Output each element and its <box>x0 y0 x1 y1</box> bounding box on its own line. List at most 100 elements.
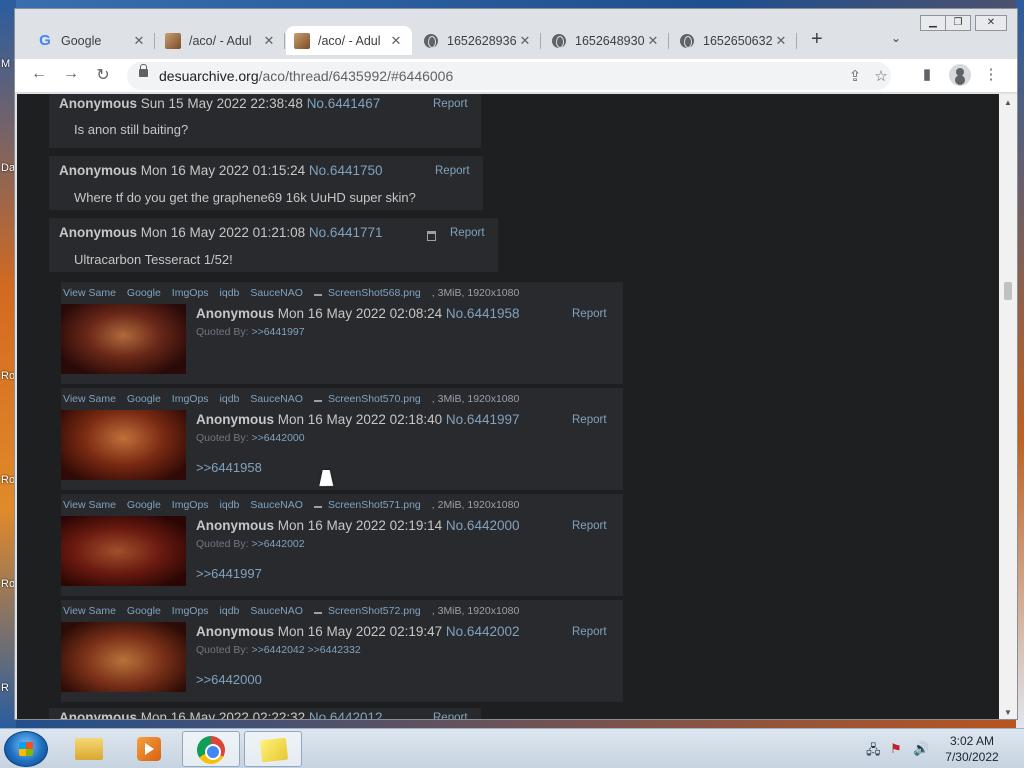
taskbar-sticky-notes-button[interactable] <box>244 731 302 767</box>
thumbnail-image[interactable] <box>61 516 186 586</box>
post-number-link[interactable]: No.6441750 <box>309 163 383 178</box>
tab-image-2[interactable]: 1652648930 ✕ <box>543 26 669 55</box>
close-icon[interactable]: ✕ <box>388 33 404 49</box>
report-link[interactable]: Report <box>572 414 607 426</box>
download-icon[interactable] <box>313 606 322 614</box>
report-link[interactable]: Report <box>572 520 607 532</box>
reload-icon[interactable]: ↻ <box>92 65 114 85</box>
minimize-button[interactable]: ▁ <box>920 15 946 31</box>
iqdb-link[interactable]: iqdb <box>220 393 240 405</box>
action-center-flag-icon[interactable]: ⚑ <box>890 741 902 757</box>
post-number-link[interactable]: No.6441467 <box>307 96 381 111</box>
report-link[interactable]: Report <box>433 712 468 719</box>
post-number-link[interactable]: No.6441958 <box>446 306 520 321</box>
desktop-icon-label[interactable]: R <box>1 682 9 694</box>
close-window-button[interactable]: ✕ <box>975 15 1007 31</box>
network-icon[interactable]: 🖧 <box>866 741 881 763</box>
taskbar-chrome-button[interactable] <box>182 731 240 767</box>
quote-backlink[interactable]: >>6442002 <box>251 538 304 550</box>
tab-google[interactable]: G Google ✕ <box>29 26 155 55</box>
post-number-link[interactable]: No.6442000 <box>446 518 520 533</box>
tab-image-3[interactable]: 1652650632 ✕ <box>671 26 797 55</box>
close-icon[interactable]: ✕ <box>131 33 147 49</box>
imgops-link[interactable]: ImgOps <box>172 499 209 511</box>
url-text[interactable]: desuarchive.org/aco/thread/6435992/#6446… <box>159 68 453 84</box>
iqdb-link[interactable]: iqdb <box>220 287 240 299</box>
desktop-icon-label[interactable]: Ro <box>1 578 15 590</box>
quote-backlink[interactable]: >>6441997 <box>251 326 304 338</box>
filename-link[interactable]: ScreenShot570.png <box>328 393 421 405</box>
back-arrow-icon[interactable]: ← <box>28 65 50 83</box>
taskbar-explorer-button[interactable] <box>60 731 118 767</box>
desktop-icon-label[interactable]: M <box>1 58 10 70</box>
view-same-link[interactable]: View Same <box>63 499 116 511</box>
tab-aco-1[interactable]: /aco/ - Adul ✕ <box>157 26 285 55</box>
volume-icon[interactable]: 🔊 <box>913 741 929 757</box>
thumbnail-image[interactable] <box>61 622 186 692</box>
side-panel-icon[interactable]: ▮ <box>917 65 937 83</box>
close-icon[interactable]: ✕ <box>517 33 533 49</box>
forward-arrow-icon[interactable]: → <box>60 65 82 83</box>
report-link[interactable]: Report <box>450 227 485 239</box>
new-tab-button[interactable]: + <box>811 28 823 51</box>
google-search-link[interactable]: Google <box>127 605 161 617</box>
google-search-link[interactable]: Google <box>127 393 161 405</box>
saucenao-link[interactable]: SauceNAO <box>250 499 303 511</box>
close-icon[interactable]: ✕ <box>261 33 277 49</box>
post-number-link[interactable]: No.6441997 <box>446 412 520 427</box>
google-search-link[interactable]: Google <box>127 287 161 299</box>
system-clock[interactable]: 3:02 AM 7/30/2022 <box>936 733 1008 765</box>
google-search-link[interactable]: Google <box>127 499 161 511</box>
filename-link[interactable]: ScreenShot568.png <box>328 287 421 299</box>
post-number-link[interactable]: No.6442002 <box>446 624 520 639</box>
reply-quote-link[interactable]: >>6442000 <box>196 672 262 687</box>
quote-backlink[interactable]: >>6442042 >>6442332 <box>251 644 360 656</box>
profile-avatar[interactable] <box>949 64 971 86</box>
desktop-icon-label[interactable]: Ro <box>1 474 15 486</box>
tab-search-button[interactable]: ⌄ <box>891 31 901 45</box>
iqdb-link[interactable]: iqdb <box>220 499 240 511</box>
view-same-link[interactable]: View Same <box>63 393 116 405</box>
view-same-link[interactable]: View Same <box>63 605 116 617</box>
imgops-link[interactable]: ImgOps <box>172 287 209 299</box>
report-link[interactable]: Report <box>572 626 607 638</box>
lock-icon[interactable] <box>139 64 148 77</box>
imgops-link[interactable]: ImgOps <box>172 605 209 617</box>
imgops-link[interactable]: ImgOps <box>172 393 209 405</box>
filename-link[interactable]: ScreenShot571.png <box>328 499 421 511</box>
thumbnail-image[interactable] <box>61 410 186 480</box>
menu-kebab-icon[interactable]: ⋮ <box>981 65 1001 83</box>
close-icon[interactable]: ✕ <box>645 33 661 49</box>
thumbnail-image[interactable] <box>61 304 186 374</box>
maximize-button[interactable]: ❐ <box>945 15 971 31</box>
close-icon[interactable]: ✕ <box>773 33 789 49</box>
start-button[interactable] <box>4 731 48 767</box>
saucenao-link[interactable]: SauceNAO <box>250 605 303 617</box>
download-icon[interactable] <box>313 288 322 296</box>
share-icon[interactable]: ⇪ <box>845 67 865 85</box>
post-number-link[interactable]: No.6441771 <box>309 225 383 240</box>
download-icon[interactable] <box>313 500 322 508</box>
saucenao-link[interactable]: SauceNAO <box>250 393 303 405</box>
quote-backlink[interactable]: >>6442000 <box>251 432 304 444</box>
reply-quote-link[interactable]: >>6441997 <box>196 566 262 581</box>
address-bar[interactable]: desuarchive.org/aco/thread/6435992/#6446… <box>127 62 891 90</box>
reply-quote-link[interactable]: >>6441958 <box>196 460 262 475</box>
vertical-scrollbar[interactable]: ▲ ▼ <box>999 94 1017 719</box>
taskbar-media-player-button[interactable] <box>120 731 178 767</box>
post-number-link[interactable]: No.6442012 <box>309 710 383 719</box>
desktop-icon-label[interactable]: Da <box>1 162 15 174</box>
view-same-link[interactable]: View Same <box>63 287 116 299</box>
iqdb-link[interactable]: iqdb <box>220 605 240 617</box>
trash-icon[interactable] <box>427 231 436 241</box>
report-link[interactable]: Report <box>433 98 468 110</box>
scroll-up-arrow-icon[interactable]: ▲ <box>1004 98 1012 107</box>
bookmark-star-icon[interactable]: ☆ <box>871 67 891 85</box>
report-link[interactable]: Report <box>435 165 470 177</box>
tab-image-1[interactable]: 1652628936 ✕ <box>415 26 541 55</box>
tab-aco-active[interactable]: /aco/ - Adul ✕ <box>286 26 412 55</box>
scroll-down-arrow-icon[interactable]: ▼ <box>1004 708 1012 717</box>
filename-link[interactable]: ScreenShot572.png <box>328 605 421 617</box>
desktop-icon-label[interactable]: Ro <box>1 370 15 382</box>
scrollbar-thumb[interactable] <box>1004 282 1012 300</box>
